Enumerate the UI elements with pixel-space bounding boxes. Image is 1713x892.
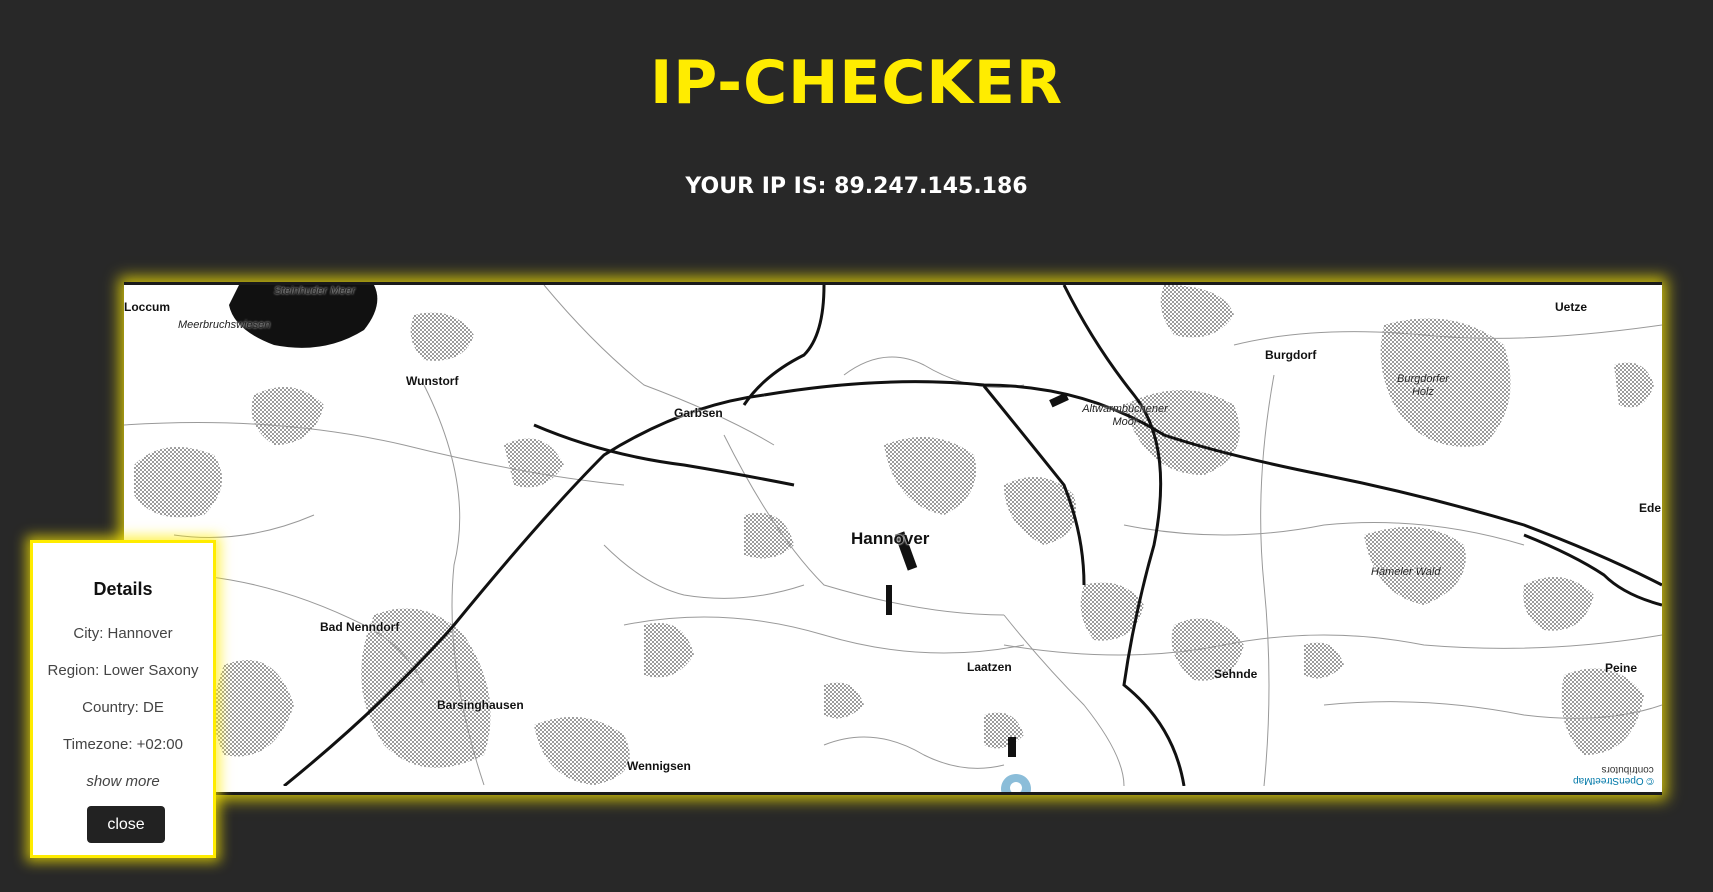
map-pin-icon[interactable] [1000,773,1032,795]
close-button[interactable]: close [87,806,165,843]
details-city: City: Hannover [73,625,173,642]
map-label-laatzen: Laatzen [967,660,1012,674]
map-label-peine: Peine [1605,661,1638,675]
attribution-contributors: contributors [1601,764,1654,775]
map-label-sehnde: Sehnde [1214,667,1258,681]
map-label-wennigsen: Wennigsen [627,759,691,773]
map-label-altwarmbuchener-moor: Altwarmbüchener Moor [1082,403,1168,428]
details-timezone: Timezone: +02:00 [63,736,183,753]
ip-address-text: YOUR IP IS: 89.247.145.186 [685,174,1028,199]
location-map[interactable]: Loccum Steinhuder Meer Meerbruchswiesen … [124,282,1662,795]
map-label-uetze: Uetze [1555,300,1588,314]
map-label-garbsen: Garbsen [674,406,723,420]
map-label-burgdorfer-holz: Burgdorfer Holz [1397,373,1449,398]
page-title: IP-CHECKER [649,48,1064,118]
map-label-loccum: Loccum [124,300,171,314]
details-heading: Details [93,579,153,599]
details-panel: Details City: Hannover Region: Lower Sax… [30,540,216,858]
details-country: Country: DE [82,699,164,716]
map-label-steinhuder-meer: Steinhuder Meer [274,285,356,297]
attribution-osm-link[interactable]: © OpenStreetMap [1573,775,1654,786]
map-attribution[interactable]: © OpenStreetMap contributors [1573,764,1654,786]
map-label-bad-nenndorf: Bad Nenndorf [320,620,400,634]
map-label-ede: Ede [1639,501,1662,515]
map-label-wunstorf: Wunstorf [406,374,459,388]
map-label-burgdorf: Burgdorf [1265,348,1317,362]
map-label-haemeler-wald: Hämeler Wald [1371,566,1441,578]
details-region: Region: Lower Saxony [47,662,199,679]
show-more-link[interactable]: show more [33,773,213,790]
map-label-barsinghausen: Barsinghausen [437,698,524,712]
map-label-hannover: Hannover [851,529,930,548]
map-label-meerbruchswiesen: Meerbruchswiesen [178,319,271,331]
